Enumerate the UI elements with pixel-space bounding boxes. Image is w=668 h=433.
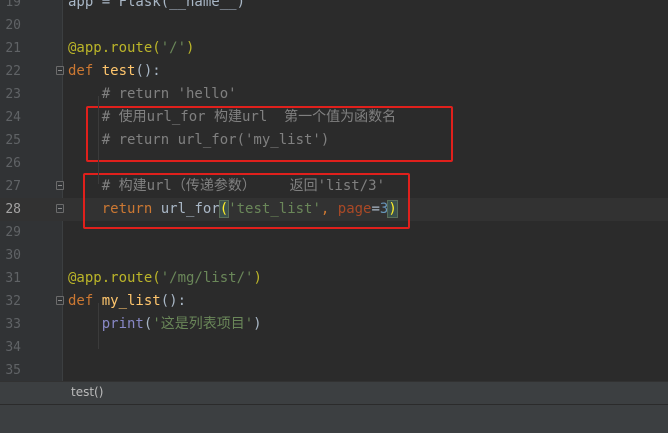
code-line[interactable]: 19 app = Flask(__name__) (0, 0, 668, 14)
fold-marker-icon[interactable] (56, 204, 64, 213)
code-line[interactable]: 21 @app.route('/') (0, 37, 668, 60)
code-text[interactable]: # return 'hello' (68, 83, 237, 106)
line-number: 19 (5, 0, 21, 10)
code-token: my_list (101, 293, 161, 309)
code-line[interactable]: 33 print('这是列表项目') (0, 313, 668, 336)
line-number: 20 (5, 18, 21, 33)
code-line[interactable]: 35 (0, 359, 668, 381)
fold-marker-icon[interactable] (56, 181, 64, 190)
breadcrumb-bar[interactable]: test() (0, 381, 668, 404)
line-number: 32 (5, 294, 21, 309)
code-line[interactable]: 34 (0, 336, 668, 359)
code-token: '这是列表项目' (152, 316, 254, 332)
code-line[interactable]: 30 (0, 244, 668, 267)
fold-marker-icon[interactable] (56, 296, 64, 305)
code-token: ) (186, 40, 195, 56)
code-line[interactable]: 31 @app.route('/mg/list/') (0, 267, 668, 290)
line-number: 31 (5, 271, 21, 286)
line-number: 34 (5, 340, 21, 355)
code-token: # return 'hello' (68, 86, 237, 102)
line-number: 23 (5, 87, 21, 102)
code-text[interactable]: app = Flask(__name__) (68, 0, 245, 14)
code-token: '/' (160, 40, 187, 56)
line-number: 25 (5, 133, 21, 148)
code-line[interactable]: 22 def test(): (0, 60, 668, 83)
code-token: def (68, 293, 102, 309)
code-token: app = Flask(__name__) (68, 0, 246, 10)
indent-guide (98, 303, 99, 349)
code-text[interactable]: @app.route('/mg/list/') (68, 267, 262, 290)
code-line[interactable]: 32 def my_list(): (0, 290, 668, 313)
line-number: 22 (5, 64, 21, 79)
line-number: 26 (5, 156, 21, 171)
code-text[interactable]: def test(): (68, 60, 161, 83)
code-token: @app.route( (68, 270, 161, 286)
line-number: 33 (5, 317, 21, 332)
code-token: (): (135, 63, 161, 79)
breadcrumb-item-function[interactable]: test() (71, 385, 103, 399)
status-bar (0, 404, 668, 433)
code-token: ) (253, 270, 262, 286)
line-number: 29 (5, 225, 21, 240)
code-text[interactable]: def my_list(): (68, 290, 186, 313)
code-line[interactable]: 23 # return 'hello' (0, 83, 668, 106)
code-token: def (68, 63, 102, 79)
code-token: print (101, 316, 144, 332)
indent-guide (98, 96, 99, 184)
code-editor[interactable]: 19 app = Flask(__name__) 20 21 @app.route('/… (0, 0, 668, 381)
code-token: test (101, 63, 136, 79)
line-number: 28 (5, 202, 21, 217)
line-number: 30 (5, 248, 21, 263)
line-number: 24 (5, 110, 21, 125)
code-text[interactable]: @app.route('/') (68, 37, 194, 60)
line-number: 35 (5, 363, 21, 378)
code-token: @app.route( (68, 40, 161, 56)
code-token: ) (253, 316, 262, 332)
code-token: (): (160, 293, 187, 309)
line-number: 27 (5, 179, 21, 194)
fold-marker-icon[interactable] (56, 66, 64, 75)
code-line[interactable]: 20 (0, 14, 668, 37)
code-token: '/mg/list/' (160, 270, 254, 286)
line-number: 21 (5, 41, 21, 56)
highlight-box-comments (86, 106, 453, 162)
highlight-box-return (83, 173, 410, 229)
